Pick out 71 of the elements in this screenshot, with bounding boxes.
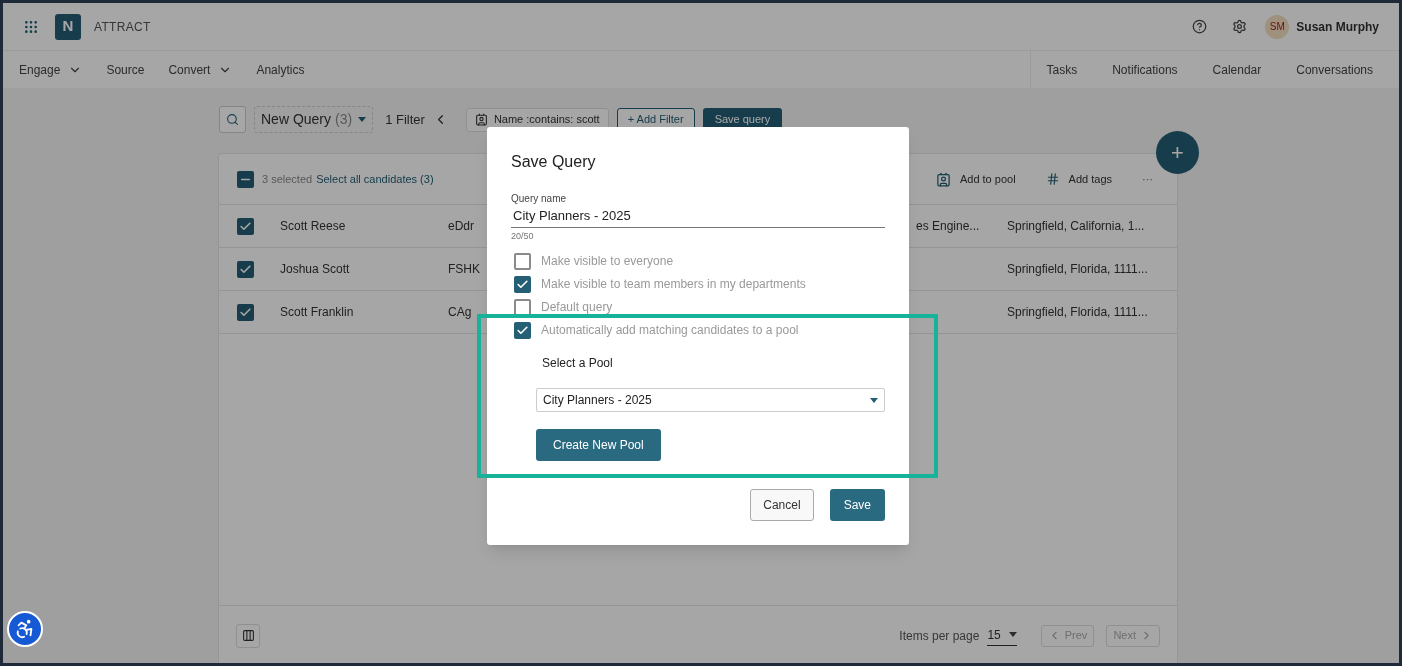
nav-tab[interactable]: Source bbox=[106, 60, 145, 79]
filter-count: 1 Filter bbox=[385, 110, 425, 129]
option-label: Make visible to team members in my departments bbox=[541, 276, 806, 293]
query-name-field[interactable]: City Planners - 2025 bbox=[511, 206, 885, 228]
caret-icon bbox=[870, 397, 878, 403]
table-cell-text: CAg bbox=[448, 304, 473, 321]
location-cell-text: Springfield, Florida, 1111... bbox=[1007, 261, 1148, 278]
field-label: Query name bbox=[511, 192, 568, 206]
candidate-name[interactable]: Joshua Scott bbox=[280, 260, 448, 278]
nav-link[interactable]: Calendar bbox=[1212, 60, 1262, 79]
select-all-link[interactable]: Select all candidates (3) bbox=[316, 170, 434, 188]
nav-tab[interactable]: Analytics bbox=[256, 60, 305, 79]
more-button[interactable]: ··· bbox=[1142, 170, 1153, 188]
check-icon bbox=[516, 323, 529, 337]
check-icon bbox=[516, 277, 529, 291]
dialog-title: Save Query bbox=[511, 152, 597, 172]
caret-icon bbox=[1008, 632, 1017, 637]
caret-icon bbox=[358, 117, 367, 122]
option-checkbox[interactable] bbox=[514, 275, 531, 293]
option-label: Default query bbox=[541, 299, 613, 316]
nav-link[interactable]: Tasks bbox=[1046, 60, 1078, 79]
row-checkbox[interactable] bbox=[237, 260, 254, 278]
save-button[interactable]: Save bbox=[829, 489, 885, 521]
check-icon bbox=[239, 262, 252, 276]
table-cell-text: FSHK bbox=[448, 261, 481, 278]
avatar[interactable]: SM bbox=[1265, 14, 1290, 39]
user-name[interactable]: Susan Murphy bbox=[1296, 17, 1379, 36]
nav-link[interactable]: Notifications bbox=[1112, 60, 1178, 79]
contact-card-icon bbox=[935, 171, 951, 187]
help-icon[interactable] bbox=[1192, 19, 1208, 34]
contact-card-icon bbox=[474, 113, 488, 126]
add-tags-button[interactable]: Add tags bbox=[1045, 170, 1112, 188]
cancel-button[interactable]: Cancel bbox=[750, 489, 814, 521]
accessibility-button[interactable] bbox=[7, 611, 43, 647]
option-label: Make visible to everyone bbox=[541, 253, 674, 270]
location-cell-text: Springfield, Florida, 1111... bbox=[1007, 304, 1148, 321]
row-checkbox[interactable] bbox=[237, 217, 254, 235]
option-label: Automatically add matching candidates to a pool bbox=[541, 322, 799, 339]
query-dropdown[interactable]: New Query (3) bbox=[254, 106, 374, 133]
selected-count: 3 selected bbox=[262, 171, 313, 187]
option-checkbox[interactable] bbox=[514, 252, 531, 270]
candidate-name[interactable]: Scott Franklin bbox=[280, 303, 448, 321]
add-button[interactable]: + bbox=[1156, 131, 1199, 174]
settings-icon[interactable] bbox=[1232, 19, 1248, 34]
select-all-checkbox[interactable] bbox=[237, 170, 254, 188]
candidate-name[interactable]: Scott Reese bbox=[280, 217, 448, 235]
pool-label: Select a Pool bbox=[542, 355, 614, 372]
nav-tab[interactable]: Engage bbox=[19, 60, 83, 79]
location-cell-text: Springfield, California, 1... bbox=[1007, 218, 1145, 235]
nav-tab[interactable]: Convert bbox=[168, 60, 233, 79]
apps-grid-icon[interactable] bbox=[23, 18, 39, 35]
columns-icon bbox=[241, 629, 255, 642]
pool-select[interactable]: City Planners - 2025 bbox=[536, 388, 885, 412]
character-counter: 20/50 bbox=[511, 229, 535, 243]
add-to-pool-button[interactable]: Add to pool bbox=[935, 170, 1016, 188]
check-icon bbox=[239, 305, 252, 319]
items-per-page-select[interactable]: 15 bbox=[987, 625, 1017, 646]
row-checkbox[interactable] bbox=[237, 303, 254, 321]
table-cell-text: eDdr bbox=[448, 218, 475, 235]
nav-link[interactable]: Conversations bbox=[1296, 60, 1373, 79]
check-icon bbox=[239, 219, 252, 233]
columns-button[interactable] bbox=[236, 623, 260, 648]
search-button[interactable] bbox=[219, 106, 246, 133]
hash-icon bbox=[1045, 172, 1060, 186]
create-pool-button[interactable]: Create New Pool bbox=[536, 429, 661, 461]
logo: N bbox=[55, 13, 81, 40]
items-per-page-label: Items per page bbox=[899, 627, 980, 645]
search-icon bbox=[226, 113, 239, 126]
app-name: ATTRACT bbox=[94, 18, 151, 36]
option-checkbox[interactable] bbox=[514, 321, 531, 339]
table-cell-text: es Engine... bbox=[916, 218, 980, 235]
